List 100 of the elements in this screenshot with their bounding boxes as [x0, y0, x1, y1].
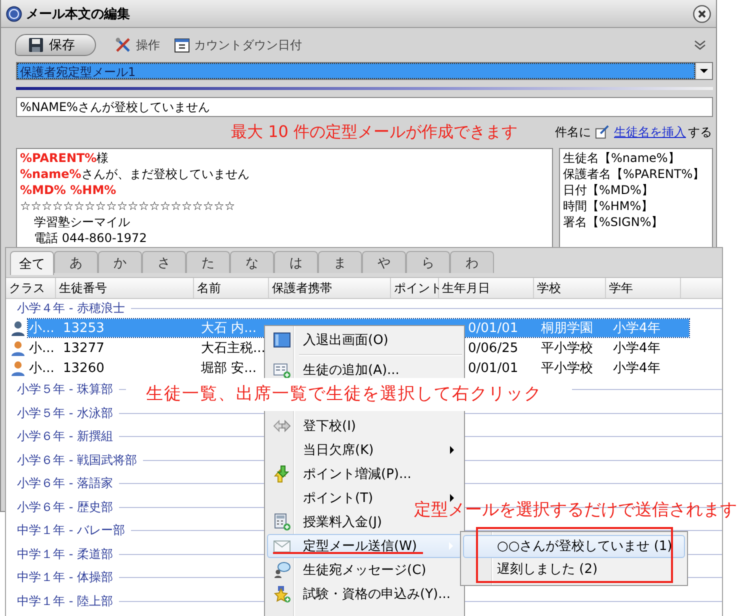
chevron-down-icon — [694, 40, 706, 50]
menu-item[interactable]: 授業料入金(J) — [267, 510, 385, 534]
app-logo-icon — [6, 6, 22, 22]
annotation-text: 最大 10 件の定型メールが作成できます — [231, 122, 518, 142]
group-title: 小学５年 - 珠算部 — [17, 381, 113, 398]
variable-item[interactable]: 署名【%SIGN%】 — [563, 214, 709, 230]
table-cell-text: 13277 — [62, 340, 106, 356]
column-header[interactable]: 保護者携帯 — [269, 278, 391, 298]
variable-item[interactable]: 生徒名【%name%】 — [563, 150, 709, 166]
body-line: 学習塾シーマイル — [33, 214, 131, 230]
window-title: メール本文の編集 — [26, 6, 130, 22]
group-title: 小学４年 - 赤穂浪士 — [17, 300, 125, 317]
body-line: ☆☆☆☆☆☆☆☆☆☆☆☆☆☆☆☆☆☆☆☆ — [20, 198, 236, 214]
menu-item[interactable]: 生徒宛メッセージ(C) — [267, 558, 430, 582]
column-header[interactable]: 学年 — [606, 278, 681, 298]
group-title: 小学５年 - 水泳部 — [17, 404, 113, 422]
close-button[interactable] — [693, 4, 711, 22]
filter-tab[interactable]: な — [230, 251, 274, 273]
insert-icon — [595, 124, 610, 140]
dropdown-arrow-icon — [699, 68, 709, 74]
table-cell-text: 13253 — [62, 320, 106, 336]
table-cell-text: 小... — [28, 340, 56, 357]
group-title: 中学１年 - 体操部 — [17, 569, 113, 586]
person-icon — [10, 340, 26, 356]
table-add-icon — [273, 361, 291, 379]
group-title: 中学１年 - 陸上部 — [17, 592, 113, 610]
column-header[interactable]: 生年月日 — [439, 278, 534, 298]
variable-item[interactable]: 保護者名【%PARENT%】 — [563, 166, 709, 182]
filter-tab[interactable]: あ — [54, 251, 98, 273]
table-cell-text: 小学4年 — [612, 320, 662, 337]
filter-tab[interactable]: は — [274, 251, 318, 273]
menu-item[interactable]: 当日欠席(K) — [267, 438, 377, 462]
table-cell-text: 0/01/01 — [467, 320, 520, 336]
table-cell-text: 0/01/01 — [467, 360, 520, 376]
table-cell-text: 13260 — [62, 360, 106, 376]
filter-tab[interactable]: ま — [318, 251, 362, 273]
annotation-text: 生徒一覧、出席一覧で生徒を選択して右クリック — [126, 378, 572, 411]
up-down-arrows-icon — [273, 465, 291, 483]
double-arrow-icon — [273, 417, 291, 435]
menu-item[interactable]: 定型メール送信(W) — [267, 534, 462, 558]
body-line: %PARENT%様 — [20, 150, 110, 166]
toolbar-button[interactable]: 操作 — [114, 36, 160, 54]
hint-text: する — [688, 124, 712, 140]
table-cell-text: 大石 内... — [200, 320, 258, 337]
insert-name-link[interactable]: 生徒名を挿入 — [614, 124, 686, 140]
filter-tab[interactable]: か — [98, 251, 142, 273]
column-header[interactable]: 名前 — [194, 278, 269, 298]
table-cell-text: 平小学校 — [540, 360, 594, 377]
menu-item[interactable]: 登下校(I) — [267, 414, 359, 438]
subject-field[interactable]: %NAME%さんが登校していません — [16, 97, 713, 117]
menu-item[interactable]: ○○さんが登校していませ (1) — [463, 535, 685, 558]
filter-tab[interactable]: や — [362, 251, 406, 273]
template-dropdown[interactable]: 保護者宛定型メール1 — [16, 62, 713, 80]
annotation-text: 定型メールを選択するだけで送信されます — [414, 500, 737, 520]
filter-tab[interactable]: わ — [450, 251, 494, 273]
menu-item[interactable]: 入退出画面(O) — [267, 328, 392, 352]
group-title: 小学６年 - 新撰組 — [17, 428, 113, 446]
filter-tab[interactable]: ら — [406, 251, 450, 273]
table-cell-text: 小... — [28, 320, 56, 337]
group-title: 小学６年 - 戦国武将部 — [17, 452, 137, 469]
body-line: 電話 044-860-1972 — [33, 230, 148, 246]
collapse-button[interactable] — [694, 40, 706, 50]
calculator-add-icon — [273, 513, 291, 531]
message-body-field[interactable]: %PARENT%様 %name%さんが、まだ登校していません %MD% %HM% ☆☆☆☆☆☆☆☆☆☆☆☆☆☆☆☆☆☆☆☆ 学習塾シーマイル 電話 044-860-1972 — [16, 148, 553, 248]
group-title: 小学６年 - 歴史部 — [17, 498, 113, 516]
medal-add-icon — [273, 585, 291, 603]
save-button[interactable]: 保存 — [15, 34, 96, 56]
filter-tab[interactable]: さ — [142, 251, 186, 273]
table-cell-text: 小学4年 — [612, 340, 662, 357]
tools-icon — [114, 36, 132, 54]
filter-tab[interactable]: た — [186, 251, 230, 273]
table-cell-text: 0/06/25 — [467, 340, 520, 356]
body-line: %MD% %HM% — [20, 182, 118, 198]
table-cell-text: 平小学校 — [540, 340, 594, 357]
calendar-icon — [174, 37, 190, 53]
table-cell-text: 小... — [28, 360, 56, 377]
toolbar-button[interactable]: カウントダウン日付 — [174, 36, 302, 54]
speech-bubble-icon — [273, 561, 291, 579]
menu-item[interactable]: ポイント増減(P)... — [267, 462, 414, 486]
table-cell-text: 堀部 安... — [200, 360, 258, 377]
variable-item[interactable]: 日付【%MD%】 — [563, 182, 709, 198]
variable-item[interactable]: 時間【%HM%】 — [563, 198, 709, 214]
table-cell-text: 桐朋学園 — [540, 320, 594, 337]
hint-text: 件名に — [555, 124, 591, 140]
column-header[interactable]: 学校 — [534, 278, 606, 298]
menu-item[interactable]: 試験・資格の申込み(Y)... — [267, 582, 454, 606]
person-icon — [10, 360, 26, 376]
table-cell-text: 小学4年 — [612, 360, 662, 377]
close-icon — [693, 4, 711, 22]
column-header[interactable]: ポイント — [391, 278, 439, 298]
menu-item[interactable]: ポイント(T) — [267, 486, 376, 510]
person-icon — [10, 320, 26, 336]
body-line: %name%さんが、まだ登校していません — [20, 166, 250, 182]
group-title: 中学１年 - 柔道部 — [17, 546, 113, 563]
column-header[interactable]: 生徒番号 — [56, 278, 194, 298]
filter-tab[interactable]: 全て — [10, 251, 54, 275]
group-title: 小学６年 - 落語家 — [17, 475, 113, 492]
table-cell-text: 大石主税... — [200, 340, 266, 357]
column-header[interactable]: クラス — [6, 278, 56, 298]
group-title: 中学１年 - バレー部 — [17, 522, 125, 540]
